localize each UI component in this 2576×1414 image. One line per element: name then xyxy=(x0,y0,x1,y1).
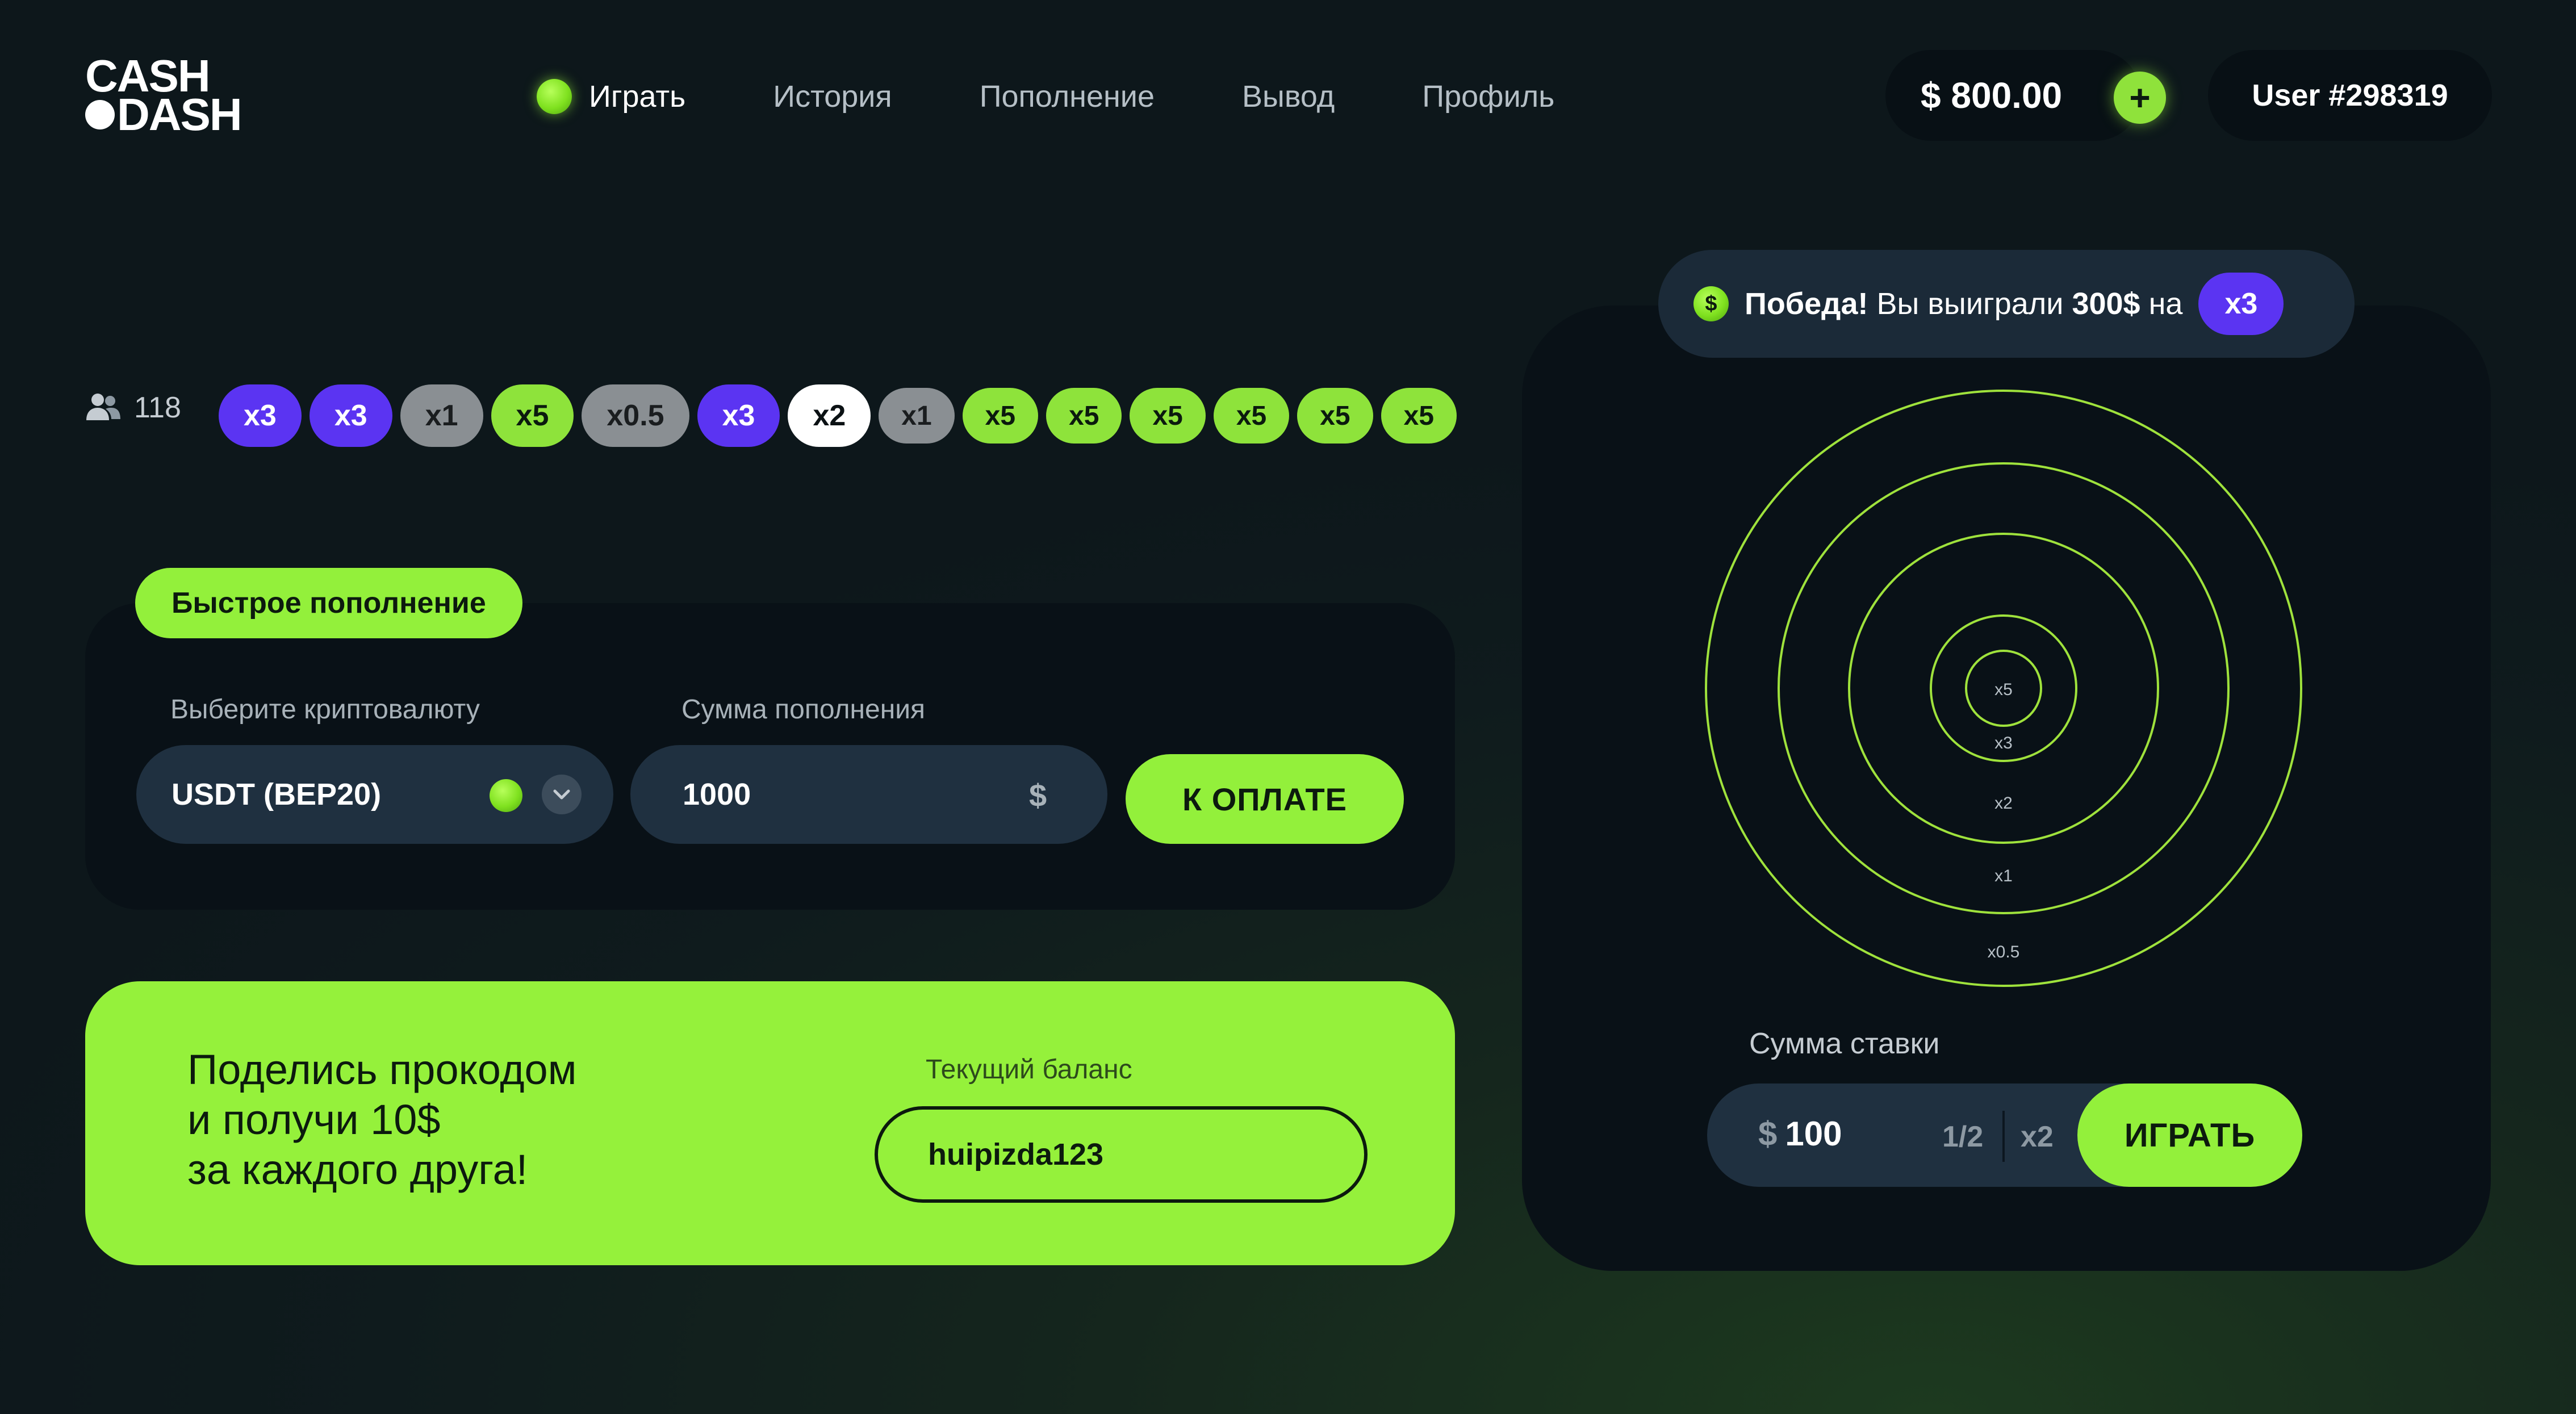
stake-currency: $ xyxy=(1758,1115,1778,1153)
nav-play-label: Играть xyxy=(589,80,686,114)
promo-line-2: и получи 10$ xyxy=(187,1096,441,1143)
multiplier-chip: x5 xyxy=(491,384,574,447)
balance-display: $ 800.00 xyxy=(1885,50,2141,141)
nav-topup[interactable]: Пополнение xyxy=(980,79,1155,114)
win-amount: 300$ xyxy=(2072,287,2140,321)
stake-divider xyxy=(2002,1111,2005,1162)
nav-withdraw[interactable]: Вывод xyxy=(1242,79,1335,114)
multiplier-chip: x1 xyxy=(879,388,955,444)
ring-label-x5: x5 xyxy=(1994,680,2013,699)
add-funds-button[interactable]: + xyxy=(2114,72,2166,124)
promo-line-3: за каждого друга! xyxy=(187,1146,528,1193)
ring-label-x1: x1 xyxy=(1994,867,2013,885)
logo-line-2: DASH xyxy=(117,89,242,140)
users-icon xyxy=(86,394,120,420)
stake-label: Сумма ставки xyxy=(1749,1027,1940,1060)
multiplier-chip: x5 xyxy=(1381,388,1457,444)
win-notification: $ Победа! Вы выиграли 300$ на x3 xyxy=(1658,250,2355,358)
promo-code-field[interactable]: huipizda123 xyxy=(875,1106,1368,1203)
ring-label-x3: x3 xyxy=(1994,734,2013,752)
win-text: Вы выиграли xyxy=(1876,287,2064,321)
multiplier-history: x3 x3 x1 x5 x0.5 x3 x2 x1 x5 x5 x5 x5 x5 x5 xyxy=(219,382,1525,450)
multiplier-chip: x3 xyxy=(309,384,392,447)
logo-dot xyxy=(85,100,115,129)
crypto-status-icon xyxy=(490,779,522,812)
nav-profile[interactable]: Профиль xyxy=(1422,79,1554,114)
multiplier-chip: x5 xyxy=(962,388,1039,444)
multiplier-chip: x5 xyxy=(1213,388,1290,444)
currency-icon: $ xyxy=(1029,777,1047,813)
chevron-down-icon[interactable] xyxy=(542,775,582,814)
multiplier-chip: x1 xyxy=(400,384,483,447)
live-indicator-icon xyxy=(537,79,572,114)
promo-field-label: Текущий баланс xyxy=(926,1055,1132,1085)
main-nav: Играть История Пополнение Вывод Профиль xyxy=(537,67,1642,126)
amount-label: Сумма пополнения xyxy=(681,695,925,725)
win-title: Победа! xyxy=(1745,287,1868,321)
ring-label-x0.5: x0.5 xyxy=(1988,943,2020,961)
online-counter: 118 xyxy=(85,391,181,425)
half-stake-button[interactable]: 1/2 xyxy=(1942,1120,1983,1154)
online-count: 118 xyxy=(134,391,181,424)
multiplier-chip: x5 xyxy=(1130,388,1206,444)
multiplier-chip: x3 xyxy=(219,384,302,447)
logo[interactable]: CASH DASH xyxy=(85,53,242,140)
stake-value: 100 xyxy=(1785,1115,1842,1153)
double-stake-button[interactable]: x2 xyxy=(2021,1120,2054,1154)
multiplier-chip: x5 xyxy=(1297,388,1373,444)
nav-history[interactable]: История xyxy=(773,79,892,114)
win-multiplier-badge: x3 xyxy=(2198,273,2284,335)
coin-icon: $ xyxy=(1693,286,1729,321)
ring-label-x2: x2 xyxy=(1994,794,2013,813)
crypto-label: Выберите криптовалюту xyxy=(170,695,480,725)
pay-button[interactable]: К ОПЛАТЕ xyxy=(1126,754,1404,844)
target-board[interactable]: x5 x3 x2 x1 x0.5 xyxy=(1703,387,2305,989)
multiplier-chip: x0.5 xyxy=(582,384,689,447)
play-button[interactable]: ИГРАТЬ xyxy=(2077,1083,2302,1187)
quick-topup-tab[interactable]: Быстрое пополнение xyxy=(135,568,522,638)
multiplier-chip: x3 xyxy=(697,384,780,447)
multiplier-chip: x5 xyxy=(1046,388,1122,444)
stake-input[interactable]: $100 xyxy=(1758,1114,1842,1153)
user-menu-button[interactable]: User #298319 xyxy=(2208,50,2492,141)
multiplier-chip: x2 xyxy=(788,384,871,447)
win-on: на xyxy=(2148,287,2183,321)
nav-play[interactable]: Играть xyxy=(537,79,685,114)
promo-line-1: Поделись прокодом xyxy=(187,1046,577,1093)
promo-text: Поделись прокодом и получи 10$ за каждог… xyxy=(187,1045,577,1195)
